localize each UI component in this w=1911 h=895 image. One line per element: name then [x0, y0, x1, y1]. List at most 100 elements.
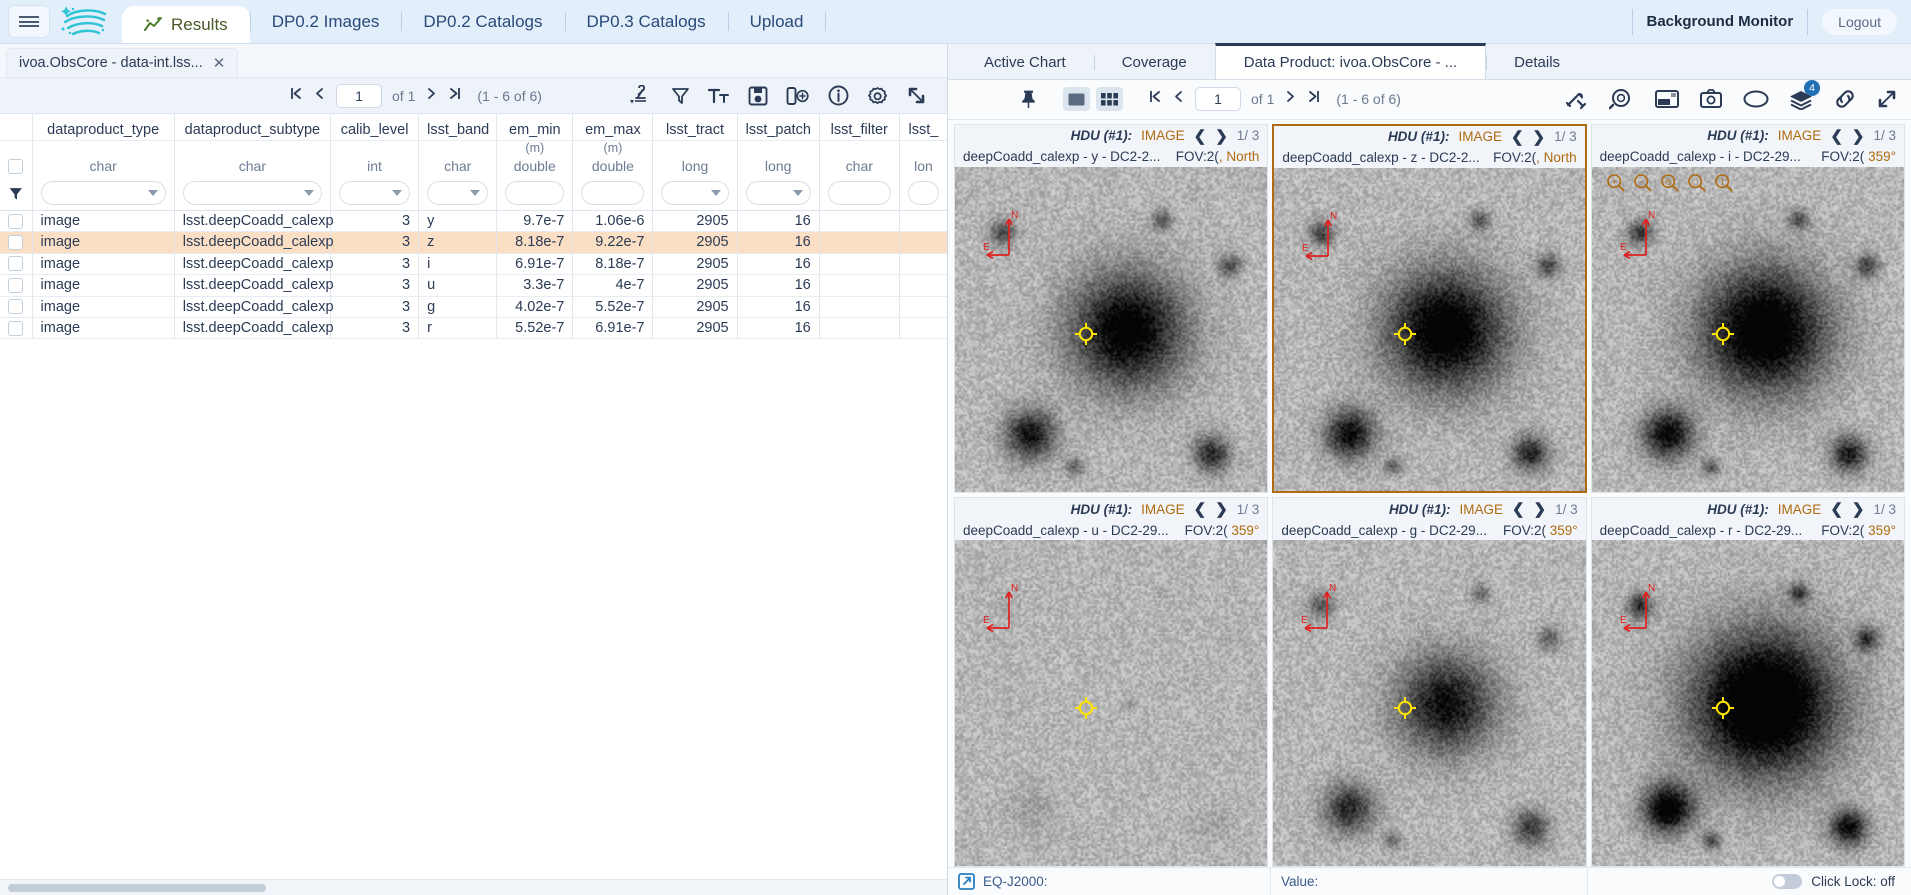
chevron-down-icon[interactable]: [147, 190, 158, 197]
info-icon[interactable]: [828, 85, 849, 106]
column-filter-dataproduct_type[interactable]: [32, 176, 175, 211]
zoom-out-icon[interactable]: −: [1633, 173, 1652, 192]
last-page-icon[interactable]: [1307, 89, 1322, 109]
table-row[interactable]: image lsst.deepCoadd_calexp 3 g 4.02e-7 5.52e…: [0, 296, 947, 319]
image-cell[interactable]: HDU (#1): IMAGE ❮ ❯ 1/ 3 deepCoadd_calexp - y…: [954, 123, 1269, 494]
filter-icon[interactable]: [671, 86, 690, 105]
click-lock-toggle[interactable]: [1772, 874, 1803, 890]
image-cell[interactable]: HDU (#1): IMAGE ❮ ❯ 1/ 3 deepCoadd_calexp - z…: [1272, 123, 1587, 494]
table-row[interactable]: image lsst.deepCoadd_calexp 3 i 6.91e-7 8.18e…: [0, 253, 947, 276]
table-options-icon[interactable]: [630, 85, 653, 106]
last-page-icon[interactable]: [448, 86, 463, 106]
filter-input-lsst_band[interactable]: [427, 181, 489, 206]
zoom-original-icon[interactable]: □: [1687, 173, 1706, 192]
background-monitor-button[interactable]: Background Monitor: [1647, 13, 1794, 30]
filter-icon[interactable]: [8, 184, 24, 203]
zoom-fit-icon[interactable]: ⊙: [1660, 173, 1679, 192]
prev-hdu-icon[interactable]: ❮: [1194, 127, 1207, 145]
row-checkbox-box[interactable]: [8, 256, 24, 272]
first-page-icon[interactable]: [1147, 89, 1162, 109]
chevron-down-icon[interactable]: [710, 190, 721, 197]
select-all-box[interactable]: [8, 158, 24, 174]
filter-input-em_max[interactable]: [581, 181, 645, 206]
filter-input-calib_level[interactable]: [339, 181, 411, 206]
next-hdu-icon[interactable]: ❯: [1215, 500, 1228, 518]
column-filter-lsst_band[interactable]: [418, 176, 498, 211]
image-canvas-container[interactable]: NE: [955, 166, 1268, 493]
zoom-in-icon[interactable]: +: [1606, 173, 1625, 192]
image-cell[interactable]: HDU (#1): IMAGE ❮ ❯ 1/ 3 deepCoadd_calexp - u…: [954, 497, 1269, 868]
image-page-input[interactable]: [1195, 87, 1241, 112]
filter-input-em_min[interactable]: [505, 181, 565, 206]
filter-input-lsst_tract[interactable]: [661, 181, 729, 206]
table-row[interactable]: image lsst.deepCoadd_calexp 3 r 5.52e-7 6.91e…: [0, 317, 947, 340]
image-cell[interactable]: HDU (#1): IMAGE ❮ ❯ 1/ 3 deepCoadd_calexp - i…: [1590, 123, 1905, 494]
grid-view-icon[interactable]: [1096, 87, 1123, 112]
astronomical-image[interactable]: [1591, 166, 1904, 493]
next-hdu-icon[interactable]: ❯: [1534, 500, 1547, 518]
layers-icon[interactable]: 4: [1789, 79, 1820, 110]
next-page-icon[interactable]: [1284, 89, 1297, 109]
column-filter-lsst_patch[interactable]: [737, 176, 820, 211]
first-page-icon[interactable]: [288, 86, 303, 106]
chevron-down-icon[interactable]: [470, 190, 481, 197]
row-checkbox-box[interactable]: [8, 235, 24, 251]
row-checkbox[interactable]: [0, 210, 33, 233]
column-filter-lsst_filter[interactable]: [819, 176, 900, 211]
text-size-icon[interactable]: [708, 86, 730, 105]
filter-input-lsst_filter[interactable]: [827, 181, 891, 206]
scrollbar-thumb[interactable]: [8, 884, 266, 892]
prev-hdu-icon[interactable]: ❮: [1194, 500, 1207, 518]
tab-details[interactable]: Details: [1486, 46, 1588, 79]
zoom-one-to-one-icon[interactable]: 1: [1714, 173, 1733, 192]
save-icon[interactable]: [748, 86, 768, 106]
logout-button[interactable]: Logout: [1822, 8, 1897, 35]
column-header-lsst_filter[interactable]: lsst_filter: [819, 114, 900, 141]
prev-hdu-icon[interactable]: ❮: [1830, 127, 1843, 145]
tab-data-product[interactable]: Data Product: ivoa.ObsCore - ...: [1214, 43, 1487, 79]
row-checkbox-box[interactable]: [8, 299, 24, 315]
row-checkbox-box[interactable]: [8, 320, 24, 336]
chevron-down-icon[interactable]: [392, 190, 403, 197]
draw-shape-icon[interactable]: [1743, 89, 1769, 109]
table-tab-obscore[interactable]: ivoa.ObsCore - data-int.lss... ✕: [6, 48, 239, 77]
filter-input-dataproduct_subtype[interactable]: [182, 181, 322, 206]
column-header-lsst_[interactable]: lsst_: [899, 114, 947, 141]
astronomical-image[interactable]: [1274, 167, 1585, 492]
image-canvas-container[interactable]: NE: [1591, 540, 1904, 867]
image-cell[interactable]: HDU (#1): IMAGE ❮ ❯ 1/ 3 deepCoadd_calexp - g…: [1272, 497, 1587, 868]
row-checkbox-box[interactable]: [8, 277, 24, 293]
image-canvas-container[interactable]: NE: [955, 540, 1268, 867]
filter-input-lsst_[interactable]: [907, 181, 939, 206]
astronomical-image[interactable]: [1591, 540, 1904, 867]
select-all-checkbox[interactable]: [0, 154, 33, 177]
column-header-lsst_tract[interactable]: lsst_tract: [652, 114, 738, 141]
next-page-icon[interactable]: [425, 86, 438, 106]
row-checkbox[interactable]: [0, 296, 33, 319]
astronomical-image[interactable]: [1273, 540, 1586, 867]
prev-hdu-icon[interactable]: ❮: [1830, 500, 1843, 518]
tab-coverage[interactable]: Coverage: [1093, 46, 1215, 79]
tab-dp03-catalogs[interactable]: DP0.3 Catalogs: [564, 0, 728, 43]
astronomical-image[interactable]: [955, 166, 1268, 493]
tab-active-chart[interactable]: Active Chart: [956, 46, 1094, 79]
table-row[interactable]: image lsst.deepCoadd_calexp 3 y 9.7e-7 1.06e-…: [0, 210, 947, 233]
column-header-lsst_patch[interactable]: lsst_patch: [737, 114, 820, 141]
column-header-dataproduct_type[interactable]: dataproduct_type: [32, 114, 175, 141]
image-cell[interactable]: HDU (#1): IMAGE ❮ ❯ 1/ 3 deepCoadd_calexp - r…: [1590, 497, 1905, 868]
crop-icon[interactable]: [1699, 89, 1723, 109]
row-checkbox[interactable]: [0, 274, 33, 297]
filter-input-dataproduct_type[interactable]: [40, 181, 166, 206]
single-view-icon[interactable]: [1063, 87, 1090, 112]
filter-row-icon[interactable]: [0, 176, 33, 211]
column-filter-lsst_[interactable]: [899, 176, 947, 211]
add-column-icon[interactable]: [786, 86, 810, 106]
filter-input-lsst_patch[interactable]: [745, 181, 811, 206]
prev-hdu-icon[interactable]: ❮: [1512, 500, 1525, 518]
column-header-lsst_band[interactable]: lsst_band: [418, 114, 498, 141]
page-input[interactable]: [336, 83, 382, 108]
tab-dp02-images[interactable]: DP0.2 Images: [249, 0, 402, 43]
tools-icon[interactable]: [1565, 88, 1589, 110]
settings-icon[interactable]: [867, 85, 889, 107]
table-row[interactable]: image lsst.deepCoadd_calexp 3 z 8.18e-7 9.22e…: [0, 231, 947, 254]
